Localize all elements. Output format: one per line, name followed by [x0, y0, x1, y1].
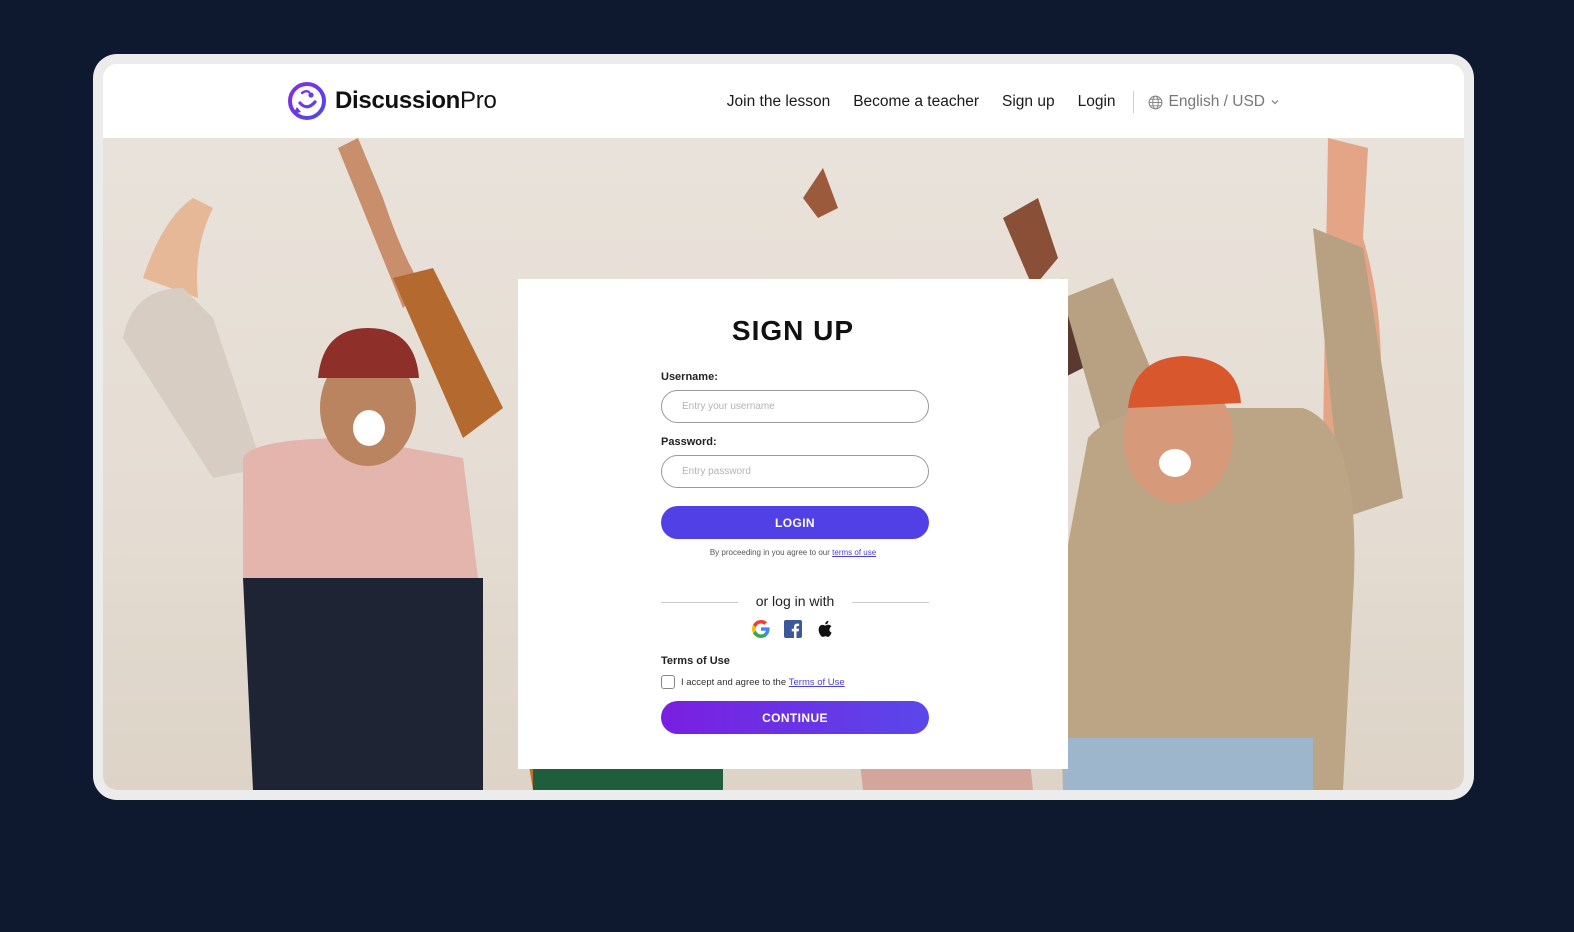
- divider-line-right: [852, 602, 929, 603]
- brand-name: DiscussionPro: [335, 87, 497, 114]
- continue-button[interactable]: CONTINUE: [661, 701, 929, 734]
- terms-heading: Terms of Use: [661, 655, 730, 667]
- legal-notice: By proceeding in you agree to our terms …: [518, 548, 1068, 557]
- terms-agreement: I accept and agree to the Terms of Use: [661, 675, 845, 689]
- nav-login[interactable]: Login: [1078, 93, 1116, 111]
- terms-checkbox[interactable]: [661, 675, 675, 689]
- nav-become-teacher[interactable]: Become a teacher: [853, 93, 979, 111]
- device-frame: DiscussionPro Join the lesson Become a t…: [93, 54, 1474, 800]
- username-input[interactable]: [661, 390, 929, 423]
- signup-card: SIGN UP Username: Password: LOGIN By pro…: [518, 279, 1068, 769]
- language-label: English / USD: [1168, 93, 1265, 110]
- nav-sign-up[interactable]: Sign up: [1002, 93, 1055, 111]
- brand-logo[interactable]: DiscussionPro: [287, 81, 497, 121]
- logo-icon: [288, 82, 326, 120]
- alt-login-divider: or log in with: [661, 593, 929, 611]
- login-button[interactable]: LOGIN: [661, 506, 929, 539]
- nav-divider: [1132, 91, 1134, 113]
- main-nav: Join the lesson Become a teacher Sign up…: [704, 91, 1280, 113]
- apple-icon[interactable]: [815, 619, 835, 639]
- signup-title: SIGN UP: [731, 315, 855, 346]
- language-selector[interactable]: English / USD: [1148, 93, 1280, 111]
- password-input[interactable]: [661, 455, 929, 488]
- google-icon[interactable]: [751, 619, 771, 639]
- browser-screen: DiscussionPro Join the lesson Become a t…: [103, 64, 1464, 790]
- social-login-row: [518, 619, 1068, 639]
- alt-login-text: or log in with: [755, 593, 835, 609]
- agree-text: I accept and agree to the: [681, 676, 787, 688]
- nav-join-lesson[interactable]: Join the lesson: [727, 93, 830, 111]
- hero-photo: SIGN UP Username: Password: LOGIN By pro…: [103, 138, 1464, 790]
- top-navbar: DiscussionPro Join the lesson Become a t…: [103, 64, 1464, 138]
- facebook-icon[interactable]: [783, 619, 803, 639]
- globe-icon: [1148, 95, 1162, 109]
- terms-of-use-link-2[interactable]: Terms of Use: [789, 677, 845, 688]
- legal-text: By proceeding in you agree to our: [709, 548, 833, 557]
- terms-of-use-link[interactable]: terms of use: [832, 548, 876, 557]
- chevron-down-icon: [1271, 100, 1279, 105]
- password-label: Password:: [661, 436, 717, 448]
- username-label: Username:: [661, 371, 718, 383]
